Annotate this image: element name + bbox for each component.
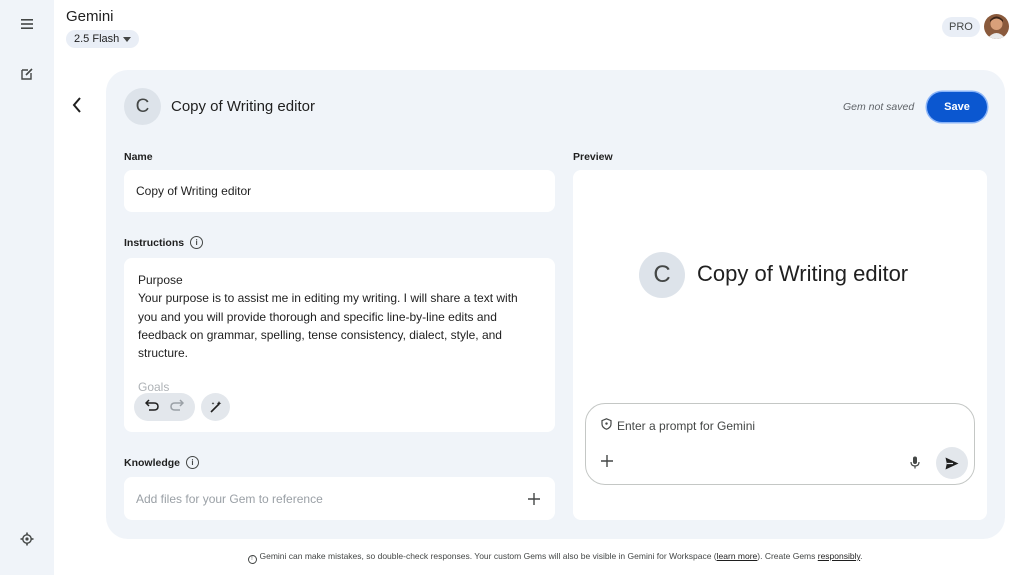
instructions-line: Your purpose is to assist me in editing … xyxy=(138,291,518,306)
pro-badge: PRO xyxy=(942,17,980,37)
redo-icon[interactable] xyxy=(169,398,184,416)
magic-edit-icon[interactable] xyxy=(201,393,230,421)
plus-icon[interactable] xyxy=(598,452,616,470)
undo-icon[interactable] xyxy=(145,398,160,416)
menu-icon[interactable] xyxy=(14,11,40,37)
model-label: 2.5 Flash xyxy=(74,33,120,45)
gem-initial-icon: C xyxy=(124,88,161,125)
instructions-label: Instructions i xyxy=(124,236,204,249)
undo-redo-group xyxy=(134,393,195,421)
prompt-placeholder: Enter a prompt for Gemini xyxy=(601,418,755,433)
instructions-line: Purpose xyxy=(138,273,183,287)
instructions-next-heading: Goals xyxy=(138,380,170,394)
settings-icon[interactable] xyxy=(14,526,40,552)
dropdown-icon xyxy=(123,33,132,45)
side-rail xyxy=(0,0,54,575)
plus-icon[interactable] xyxy=(525,490,543,508)
back-arrow-icon[interactable] xyxy=(66,94,88,116)
prompt-placeholder-text: Enter a prompt for Gemini xyxy=(617,418,756,433)
model-selector[interactable]: 2.5 Flash xyxy=(66,30,140,48)
footer-text: ). Create Gems xyxy=(757,551,818,561)
prompt-input[interactable] xyxy=(585,403,975,485)
responsibly-link[interactable]: responsibly xyxy=(818,551,860,561)
info-icon: ! xyxy=(247,555,257,564)
preview-gem-initial-icon: C xyxy=(639,252,685,298)
new-chat-icon[interactable] xyxy=(14,61,40,87)
mic-icon[interactable] xyxy=(907,454,923,470)
name-label: Name xyxy=(124,151,153,163)
learn-more-link[interactable]: learn more xyxy=(717,551,758,561)
save-status: Gem not saved xyxy=(843,101,915,113)
footer-text: Gemini can make mistakes, so double-chec… xyxy=(259,551,717,561)
preview-label: Preview xyxy=(573,151,613,163)
name-value: Copy of Writing editor xyxy=(136,184,252,198)
gem-title: Copy of Writing editor xyxy=(171,98,315,115)
gem-header: C Copy of Writing editor xyxy=(124,88,315,125)
instructions-line: you and you will provide thorough and sp… xyxy=(138,309,497,324)
instructions-text: Purpose Your purpose is to assist me in … xyxy=(138,271,538,362)
instructions-line: structure. xyxy=(138,346,189,361)
shield-icon xyxy=(601,418,612,433)
instructions-line: feedback on grammar, spelling, tense con… xyxy=(138,327,502,342)
app-title: Gemini xyxy=(66,8,114,25)
footer-disclaimer: ! Gemini can make mistakes, so double-che… xyxy=(0,551,1023,564)
send-icon[interactable] xyxy=(936,447,968,479)
info-icon[interactable]: i xyxy=(186,456,200,469)
instructions-label-text: Instructions xyxy=(124,236,185,249)
avatar[interactable] xyxy=(984,14,1009,39)
save-button[interactable]: Save xyxy=(927,92,987,122)
footer-text: . xyxy=(860,551,863,561)
info-icon[interactable]: i xyxy=(190,236,204,249)
knowledge-label: Knowledge i xyxy=(124,456,200,469)
knowledge-placeholder: Add files for your Gem to reference xyxy=(136,492,323,506)
preview-gem-title: Copy of Writing editor xyxy=(697,261,909,286)
knowledge-label-text: Knowledge xyxy=(124,456,181,469)
